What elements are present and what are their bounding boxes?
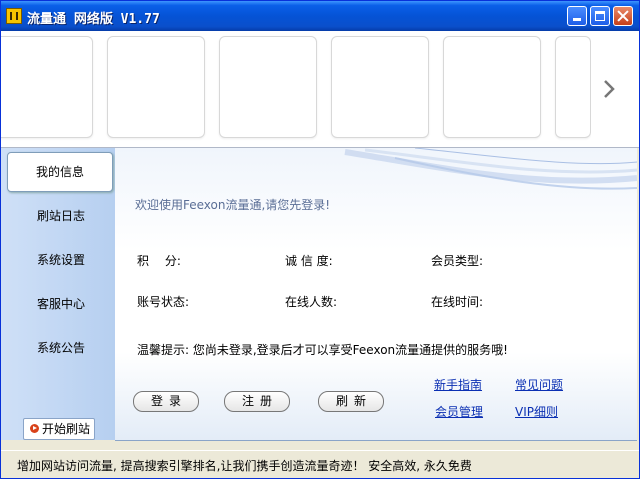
info-panel: 欢迎使用Feexon流量通,请您先登录! 积 分: 诚 信 度: 会员类型: 账… — [115, 148, 637, 441]
points-label: 积 分: — [137, 254, 181, 268]
carousel-card[interactable] — [219, 36, 317, 138]
sidebar-item-my-info[interactable]: 我的信息 — [7, 152, 113, 192]
maximize-icon — [595, 11, 605, 21]
login-button[interactable]: 登录 — [133, 391, 199, 412]
tip-message: 温馨提示: 您尚未登录,登录后才可以享受Feexon流量通提供的服务哦! — [137, 343, 508, 357]
refresh-button[interactable]: 刷新 — [318, 391, 384, 412]
credit-label: 诚 信 度: — [285, 254, 333, 268]
welcome-message: 欢迎使用Feexon流量通,请您先登录! — [135, 198, 331, 212]
app-icon — [6, 8, 22, 24]
app-window: 流量通 网络版 V1.77 我的信息 刷站日志 系统设置 客服中心 系统公告 开… — [0, 0, 640, 479]
start-button[interactable]: 开始刷站 — [23, 418, 95, 440]
title-bar[interactable]: 流量通 网络版 V1.77 — [1, 1, 639, 31]
carousel-card[interactable] — [443, 36, 541, 138]
status-bar: 增加网站访问流量, 提高搜索引擎排名,让我们携手创造流量奇迹！ 安全高效, 永久… — [1, 450, 639, 478]
carousel-card[interactable] — [555, 36, 591, 138]
faq-link[interactable]: 常见问题 — [515, 376, 563, 393]
start-button-label: 开始刷站 — [42, 422, 91, 436]
member-management-link[interactable]: 会员管理 — [435, 403, 483, 420]
account-status-label: 账号状态: — [137, 295, 190, 309]
sidebar-item-visit-log[interactable]: 刷站日志 — [9, 196, 113, 236]
online-count-label: 在线人数: — [285, 295, 338, 309]
minimize-icon — [573, 18, 581, 21]
sidebar-item-announcements[interactable]: 系统公告 — [9, 328, 113, 368]
carousel-card[interactable] — [1, 36, 93, 138]
register-button[interactable]: 注册 — [224, 391, 290, 412]
window-title: 流量通 网络版 V1.77 — [27, 12, 160, 27]
online-time-label: 在线时间: — [431, 295, 484, 309]
play-icon — [30, 424, 39, 433]
ad-carousel — [1, 31, 639, 148]
sidebar: 我的信息 刷站日志 系统设置 客服中心 系统公告 — [1, 148, 115, 440]
status-text: 增加网站访问流量, 提高搜索引擎排名,让我们携手创造流量奇迹！ 安全高效, 永久… — [17, 459, 472, 473]
carousel-card[interactable] — [107, 36, 205, 138]
carousel-card[interactable] — [331, 36, 429, 138]
maximize-button[interactable] — [590, 6, 610, 26]
vip-terms-link[interactable]: VIP细则 — [515, 403, 558, 420]
close-button[interactable] — [613, 6, 633, 26]
minimize-button[interactable] — [567, 6, 587, 26]
chevron-right-icon[interactable] — [603, 79, 615, 99]
guide-link[interactable]: 新手指南 — [434, 376, 482, 393]
sidebar-item-support[interactable]: 客服中心 — [9, 284, 113, 324]
sidebar-item-settings[interactable]: 系统设置 — [9, 240, 113, 280]
member-type-label: 会员类型: — [431, 254, 484, 268]
